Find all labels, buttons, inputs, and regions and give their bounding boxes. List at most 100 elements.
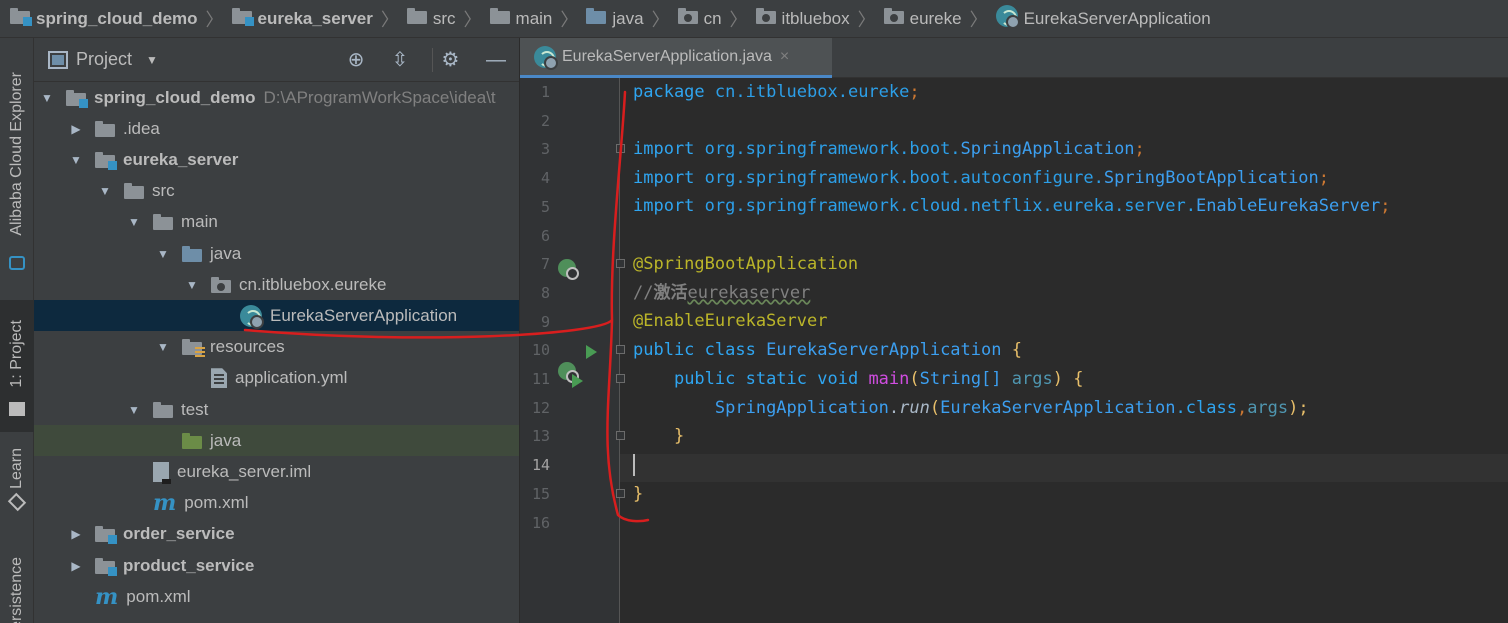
spring-bean-icon[interactable] xyxy=(558,259,579,280)
code-line-4: import org.springframework.boot.autoconf… xyxy=(633,164,1329,192)
chevron-right-icon[interactable]: ▶ xyxy=(69,527,83,541)
tab-learn[interactable]: Learn xyxy=(0,438,34,518)
line-number: 10 xyxy=(531,341,550,360)
tree-item-label: cn.itbluebox.eureke xyxy=(239,274,387,294)
line-number: 12 xyxy=(531,398,550,417)
tree-item[interactable]: ▶ product_service xyxy=(34,550,519,581)
keyword: import xyxy=(633,168,695,188)
tree-item-label: .idea xyxy=(123,118,160,138)
chevron-down-icon[interactable]: ▼ xyxy=(40,91,54,105)
tree-item[interactable]: ▶application.yml xyxy=(34,363,519,394)
line-number: 15 xyxy=(531,484,550,503)
project-view-selector[interactable]: Project xyxy=(76,49,132,70)
locate-icon[interactable]: ⊕ xyxy=(344,48,368,72)
fold-marker-icon[interactable] xyxy=(616,144,625,154)
chevron-right-icon: 〉 xyxy=(857,9,876,30)
breadcrumb-item[interactable]: java xyxy=(586,8,644,29)
folder-icon xyxy=(124,183,144,200)
close-icon[interactable]: × xyxy=(780,48,789,66)
breadcrumb-item[interactable]: eureke xyxy=(883,8,962,29)
keyword: import xyxy=(633,196,695,216)
chevron-down-icon[interactable]: ▼ xyxy=(156,340,170,354)
comma: , xyxy=(1236,398,1248,418)
chevron-down-icon[interactable]: ▼ xyxy=(98,184,112,198)
semicolon: ; xyxy=(1318,168,1330,188)
module-folder-icon xyxy=(10,8,32,29)
collapse-icon[interactable]: ⇳ xyxy=(388,48,412,72)
tree-item[interactable]: ▼ src xyxy=(34,176,519,207)
paren: ); xyxy=(1288,398,1309,418)
tree-item-path: D:\AProgramWorkSpace\idea\t xyxy=(263,87,496,107)
tree-item-label: java xyxy=(210,430,242,450)
fold-marker-icon[interactable] xyxy=(616,259,625,269)
module-folder-icon xyxy=(95,526,117,545)
breadcrumb-item[interactable]: itbluebox xyxy=(755,8,850,29)
tree-item[interactable]: ▼ java xyxy=(34,238,519,269)
code-line-5: import org.springframework.cloud.netflix… xyxy=(633,192,1390,220)
tree-item[interactable]: ▼ main xyxy=(34,207,519,238)
tree-item[interactable]: ▼ test xyxy=(34,394,519,425)
gear-icon[interactable]: ⚙ xyxy=(432,48,462,72)
breadcrumb-item[interactable]: cn xyxy=(677,8,722,29)
package-icon xyxy=(755,8,776,29)
tree-item[interactable]: ▼ resources xyxy=(34,332,519,363)
tree-item-label: eureka_server.iml xyxy=(177,461,312,481)
yaml-file-icon xyxy=(211,368,227,389)
breadcrumb-item[interactable]: eureka_server xyxy=(231,8,373,29)
line-number: 3 xyxy=(540,140,550,159)
chevron-right-icon[interactable]: ▶ xyxy=(69,122,83,136)
breadcrumb-item[interactable]: main xyxy=(489,8,552,29)
tree-item[interactable]: ▶eureka_server.iml xyxy=(34,456,519,487)
fold-marker-icon[interactable] xyxy=(616,488,625,498)
tree-item[interactable]: ▶ .idea xyxy=(34,113,519,144)
brace: { xyxy=(1073,369,1084,389)
chevron-down-icon[interactable]: ▼ xyxy=(146,53,158,67)
breadcrumb-item[interactable]: EurekaServerApplication xyxy=(995,5,1211,32)
editor-gutter: 1 2 3 4 5 6 7 8 9 10 11 12 13 14 15 16 xyxy=(520,78,625,623)
dot: . xyxy=(888,398,900,418)
tab-project[interactable]: 1: Project xyxy=(0,300,34,432)
module-folder-icon xyxy=(95,557,117,576)
tree-item[interactable]: ▼ eureka_server xyxy=(34,144,519,175)
tree-item[interactable]: ▼ spring_cloud_demo D:\AProgramWorkSpace\i… xyxy=(34,82,519,113)
breadcrumb-label: java xyxy=(612,8,644,28)
tab-alibaba-cloud-explorer[interactable]: Alibaba Cloud Explorer xyxy=(0,38,34,290)
tree-item[interactable]: ▶mpom.xml xyxy=(34,488,519,519)
comment: 激活 xyxy=(653,283,688,303)
tree-item-label: main xyxy=(181,212,218,232)
fold-marker-icon[interactable] xyxy=(616,431,625,441)
chevron-right-icon[interactable]: ▶ xyxy=(69,559,83,573)
tree-item[interactable]: ▶EurekaServerApplication xyxy=(34,300,519,332)
editor-tab-bar: EurekaServerApplication.java × xyxy=(520,38,1508,78)
chevron-down-icon[interactable]: ▼ xyxy=(185,278,199,292)
tree-item[interactable]: ▼ cn.itbluebox.eureke xyxy=(34,269,519,300)
maven-icon: m xyxy=(153,490,177,517)
tree-item-label: order_service xyxy=(123,524,235,544)
tree-item[interactable]: ▶java xyxy=(34,425,519,457)
breadcrumb-label: src xyxy=(432,8,456,28)
run-icon[interactable] xyxy=(572,374,583,388)
chevron-down-icon[interactable]: ▼ xyxy=(69,153,83,167)
keyword: .class xyxy=(1175,398,1237,418)
tab-label: 1: Project xyxy=(8,320,25,388)
chevron-down-icon[interactable]: ▼ xyxy=(127,403,141,417)
code-line-12: SpringApplication.run(EurekaServerApplic… xyxy=(633,394,1309,422)
tree-item[interactable]: ▶ order_service xyxy=(34,519,519,550)
chevron-down-icon[interactable]: ▼ xyxy=(156,247,170,261)
run-icon[interactable] xyxy=(586,345,597,359)
chevron-down-icon[interactable]: ▼ xyxy=(127,215,141,229)
tree-item[interactable]: ▶mpom.xml xyxy=(34,581,519,612)
breadcrumb-item[interactable]: spring_cloud_demo xyxy=(10,8,198,29)
tree-item-label: EurekaServerApplication xyxy=(270,305,458,325)
breadcrumb-label: spring_cloud_demo xyxy=(36,8,198,28)
fold-marker-icon[interactable] xyxy=(616,345,625,355)
tab-persistence[interactable]: Persistence xyxy=(0,538,34,623)
breadcrumb-item[interactable]: src xyxy=(406,8,456,29)
minimize-icon[interactable]: — xyxy=(484,48,508,72)
class-name: SpringApplication xyxy=(714,398,889,418)
package-name: org.springframework.boot.autoconfigure. xyxy=(704,168,1104,188)
editor-tab[interactable]: EurekaServerApplication.java × xyxy=(520,38,832,78)
fold-marker-icon[interactable] xyxy=(616,374,625,383)
paren: ( xyxy=(909,369,920,389)
code-area[interactable]: package cn.itbluebox.eureke; import org.… xyxy=(633,78,1503,623)
